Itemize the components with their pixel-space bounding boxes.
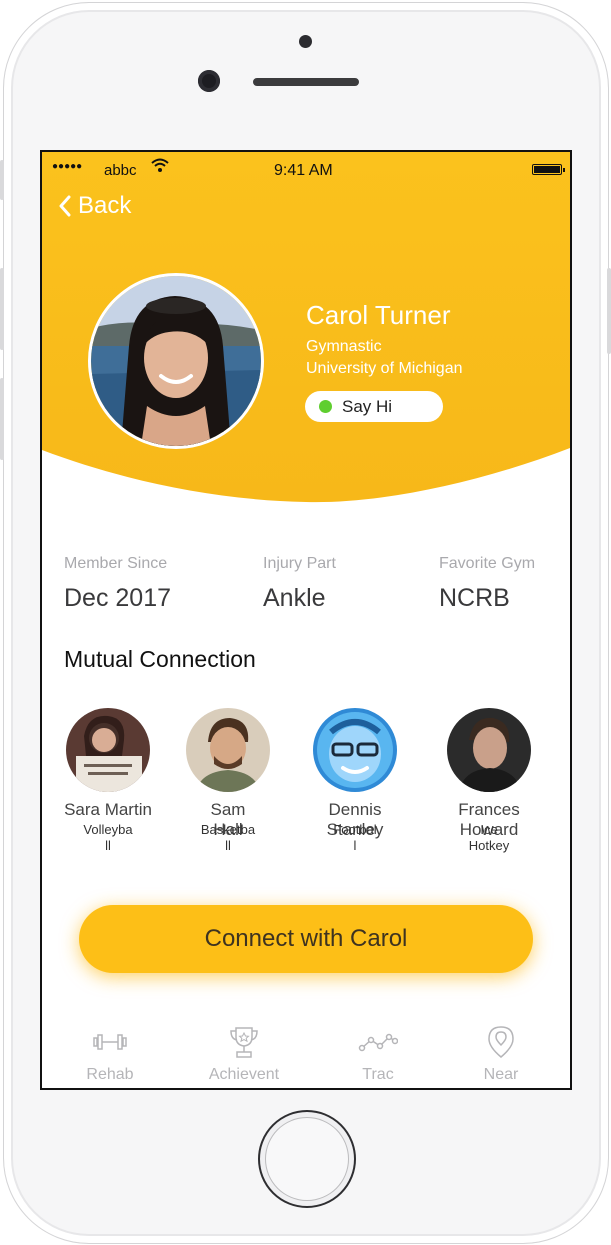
mutual-avatar	[313, 708, 397, 792]
battery-icon	[532, 164, 565, 175]
profile-sport: Gymnastic	[306, 338, 382, 355]
mute-switch	[0, 160, 4, 200]
trend-icon	[312, 1022, 444, 1062]
stat-favorite-gym-value: NCRB	[439, 584, 510, 612]
mutual-connection-card[interactable]: Sara Martin Volleyba ll	[48, 708, 168, 853]
mutual-connection-card[interactable]: Sam Hall Basketba ll	[168, 708, 288, 853]
earpiece-speaker	[253, 78, 359, 86]
power-button	[607, 268, 611, 354]
mutual-connection-card[interactable]: Frances Howard Ice Hotkey	[429, 708, 549, 853]
front-camera	[198, 70, 220, 92]
mutual-avatar	[66, 708, 150, 792]
chevron-left-icon	[59, 195, 71, 217]
volume-up-button	[0, 268, 4, 350]
profile-name: Carol Turner	[306, 300, 451, 330]
app-screen: ●●●●● abbc 9:41 AM Back Carol Turner Gym…	[40, 150, 572, 1090]
mutual-name: Sara Martin	[64, 800, 152, 819]
mutual-avatar	[186, 708, 270, 792]
mutual-sport: Footbal l	[333, 822, 377, 853]
home-button[interactable]	[258, 1110, 356, 1208]
tab-rehab[interactable]: Rehab	[44, 1022, 176, 1084]
online-status-dot	[319, 400, 332, 413]
location-pin-icon	[435, 1022, 567, 1062]
signal-strength-icon: ●●●●●	[52, 161, 83, 172]
mutual-sport: Basketba ll	[200, 822, 256, 853]
proximity-sensor	[299, 35, 312, 48]
profile-school: University of Michigan	[306, 360, 463, 377]
stat-favorite-gym-label: Favorite Gym	[439, 555, 536, 572]
carrier-name: abbc	[104, 162, 137, 179]
tab-achievement[interactable]: Achievent	[178, 1022, 310, 1084]
stat-member-since-label: Member Since	[64, 555, 168, 572]
status-time: 9:41 AM	[274, 162, 333, 179]
dumbbell-icon	[44, 1022, 176, 1062]
stat-member-since-value: Dec 2017	[64, 584, 172, 612]
tab-bar: Rehab Achievent Trac Near	[42, 1022, 570, 1088]
mutual-sport: Ice Hotkey	[468, 822, 510, 853]
stat-injury-part-value: Ankle	[263, 584, 326, 612]
back-button[interactable]: Back	[58, 192, 131, 220]
wifi-icon	[150, 157, 170, 177]
tab-near[interactable]: Near	[435, 1022, 567, 1084]
mutual-connection-title: Mutual Connection	[64, 646, 256, 672]
tab-track[interactable]: Trac	[312, 1022, 444, 1084]
back-label: Back	[78, 192, 132, 219]
status-bar: ●●●●● abbc 9:41 AM	[52, 157, 565, 184]
stat-injury-part-label: Injury Part	[263, 555, 336, 572]
tab-label: Rehab	[86, 1066, 134, 1083]
trophy-icon	[178, 1022, 310, 1062]
volume-down-button	[0, 378, 4, 460]
tab-label: Near	[483, 1066, 519, 1083]
say-hi-button[interactable]: Say Hi	[305, 391, 443, 422]
say-hi-label: Say Hi	[342, 396, 393, 416]
profile-avatar	[88, 273, 264, 449]
tab-label: Trac	[362, 1066, 394, 1083]
tab-label: Achievent	[208, 1066, 280, 1083]
mutual-avatar	[447, 708, 531, 792]
connect-button[interactable]: Connect with Carol	[79, 905, 533, 973]
mutual-connection-card[interactable]: Dennis Stanley Footbal l	[295, 708, 415, 853]
mutual-sport: Volleyba ll	[83, 822, 133, 853]
